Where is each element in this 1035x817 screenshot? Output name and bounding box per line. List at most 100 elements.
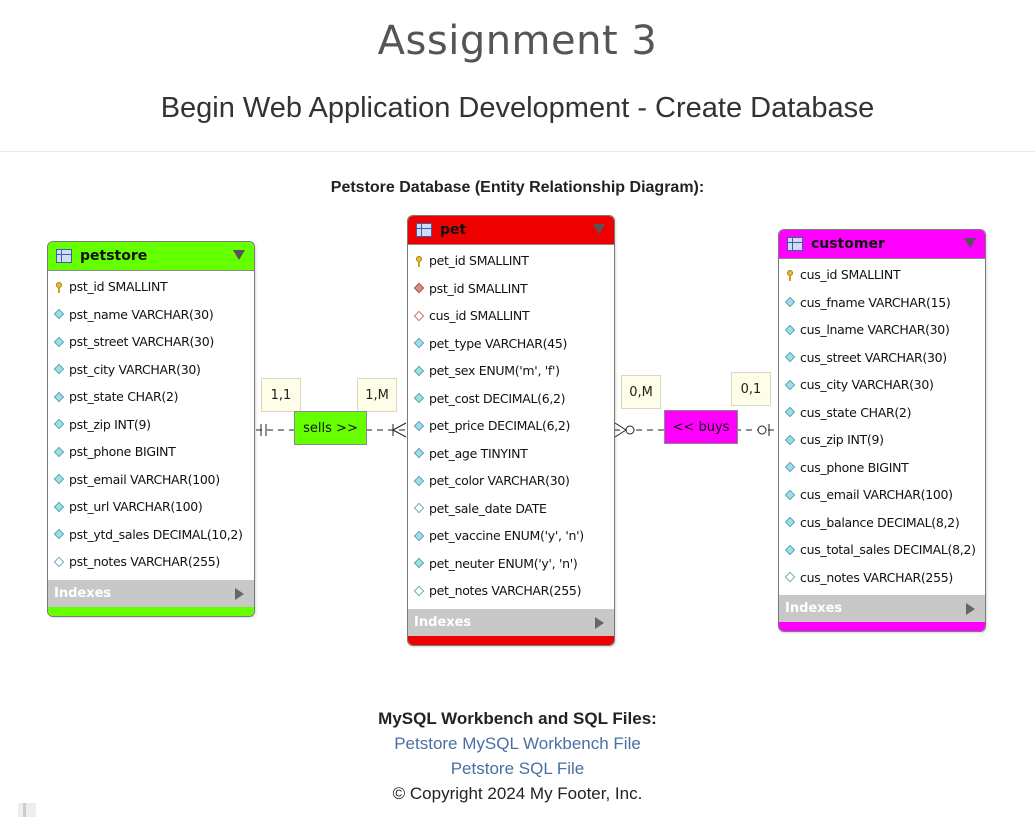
column-row[interactable]: cus_zip INT(9) (779, 426, 985, 454)
column-diamond-icon (53, 529, 65, 540)
column-row[interactable]: cus_lname VARCHAR(30) (779, 316, 985, 344)
column-row[interactable]: cus_balance DECIMAL(8,2) (779, 509, 985, 537)
column-row[interactable]: pst_state CHAR(2) (48, 383, 254, 411)
column-label: cus_city VARCHAR(30) (800, 377, 934, 393)
column-row[interactable]: cus_fname VARCHAR(15) (779, 289, 985, 317)
pet-table-name: pet (440, 222, 467, 238)
column-row[interactable]: pet_neuter ENUM('y', 'n') (408, 550, 614, 578)
column-row[interactable]: pst_city VARCHAR(30) (48, 356, 254, 384)
sells-cardinality-right: 1,M (357, 378, 397, 412)
column-row[interactable]: cus_email VARCHAR(100) (779, 481, 985, 509)
column-diamond-icon (53, 364, 65, 375)
column-row[interactable]: cus_state CHAR(2) (779, 399, 985, 427)
sells-relationship[interactable]: sells >> (294, 411, 367, 445)
column-row[interactable]: pet_sale_date DATE (408, 495, 614, 523)
expand-arrow-icon[interactable] (966, 603, 975, 615)
column-row[interactable]: pst_name VARCHAR(30) (48, 301, 254, 329)
petstore-columns: pst_id SMALLINT pst_name VARCHAR(30) pst… (48, 270, 254, 580)
page-title: Assignment 3 (377, 18, 658, 64)
column-row[interactable]: pst_email VARCHAR(100) (48, 466, 254, 494)
customer-table[interactable]: customer cus_id SMALLINT cus_fname VARCH… (778, 229, 986, 632)
column-row[interactable]: pet_price DECIMAL(6,2) (408, 412, 614, 440)
nullable-column-icon (413, 585, 425, 596)
column-row[interactable]: pet_notes VARCHAR(255) (408, 577, 614, 605)
column-diamond-icon (413, 530, 425, 541)
column-row[interactable]: pet_vaccine ENUM('y', 'n') (408, 522, 614, 550)
column-diamond-icon (413, 365, 425, 376)
column-diamond-icon (53, 501, 65, 512)
petstore-table-header[interactable]: petstore (48, 242, 254, 270)
column-label: pst_url VARCHAR(100) (69, 499, 203, 515)
column-row[interactable]: cus_street VARCHAR(30) (779, 344, 985, 372)
column-diamond-icon (53, 446, 65, 457)
column-row[interactable]: pst_street VARCHAR(30) (48, 328, 254, 356)
column-row[interactable]: pst_url VARCHAR(100) (48, 493, 254, 521)
column-label: pst_city VARCHAR(30) (69, 361, 201, 377)
column-row[interactable]: pet_id SMALLINT (408, 247, 614, 275)
pet-columns: pet_id SMALLINT pst_id SMALLINT cus_id S… (408, 244, 614, 609)
column-row[interactable]: cus_phone BIGINT (779, 454, 985, 482)
column-label: pst_id SMALLINT (69, 279, 168, 295)
column-row[interactable]: cus_total_sales DECIMAL(8,2) (779, 536, 985, 564)
column-row[interactable]: pet_type VARCHAR(45) (408, 330, 614, 358)
buys-relationship[interactable]: << buys (664, 410, 738, 444)
sells-cardinality-left: 1,1 (261, 378, 301, 412)
column-row[interactable]: cus_id SMALLINT (779, 261, 985, 289)
column-row[interactable]: pst_ytd_sales DECIMAL(10,2) (48, 521, 254, 549)
foreign-key-icon (413, 283, 425, 294)
pet-table[interactable]: pet pet_id SMALLINT pst_id SMALLINT cus_… (407, 215, 615, 646)
pet-table-header[interactable]: pet (408, 216, 614, 244)
column-diamond-icon (53, 309, 65, 320)
collapse-arrow-icon[interactable] (593, 224, 605, 234)
collapse-arrow-icon[interactable] (964, 238, 976, 248)
petstore-indexes[interactable]: Indexes (48, 579, 254, 607)
column-row[interactable]: pst_zip INT(9) (48, 411, 254, 439)
column-row[interactable]: pst_notes VARCHAR(255) (48, 548, 254, 576)
column-row[interactable]: pet_cost DECIMAL(6,2) (408, 385, 614, 413)
customer-indexes[interactable]: Indexes (779, 595, 985, 622)
column-row[interactable]: pst_id SMALLINT (408, 275, 614, 303)
table-icon (56, 249, 72, 263)
column-row[interactable]: pst_id SMALLINT (48, 273, 254, 301)
column-row[interactable]: cus_notes VARCHAR(255) (779, 564, 985, 592)
column-label: pst_zip INT(9) (69, 416, 151, 432)
column-diamond-icon (413, 448, 425, 459)
nullable-column-icon (784, 572, 796, 583)
petstore-color-strip (48, 606, 254, 616)
column-label: pst_state CHAR(2) (69, 389, 179, 405)
column-row[interactable]: pet_color VARCHAR(30) (408, 467, 614, 495)
column-row[interactable]: cus_city VARCHAR(30) (779, 371, 985, 399)
buys-zero-left (625, 425, 635, 435)
column-row[interactable]: pet_age TINYINT (408, 440, 614, 468)
column-label: cus_state CHAR(2) (800, 404, 912, 420)
column-row[interactable]: cus_id SMALLINT (408, 302, 614, 330)
collapse-arrow-icon[interactable] (233, 250, 245, 260)
column-diamond-icon (784, 297, 796, 308)
expand-arrow-icon[interactable] (595, 616, 604, 629)
corner-artifact (18, 803, 36, 817)
workbench-file-link[interactable]: Petstore MySQL Workbench File (394, 734, 641, 753)
column-diamond-icon (53, 391, 65, 402)
petstore-table[interactable]: petstore pst_id SMALLINT pst_name VARCHA… (47, 241, 255, 617)
column-diamond-icon (413, 420, 425, 431)
buys-zero-right (757, 425, 767, 435)
pet-indexes[interactable]: Indexes (408, 608, 614, 636)
column-diamond-icon (53, 419, 65, 430)
customer-columns: cus_id SMALLINT cus_fname VARCHAR(15) cu… (779, 258, 985, 595)
column-label: pet_vaccine ENUM('y', 'n') (429, 528, 584, 544)
column-label: cus_phone BIGINT (800, 459, 909, 475)
column-label: pst_id SMALLINT (429, 280, 528, 296)
column-diamond-icon (413, 393, 425, 404)
column-row[interactable]: pst_phone BIGINT (48, 438, 254, 466)
expand-arrow-icon[interactable] (235, 587, 244, 600)
primary-key-icon (785, 269, 795, 281)
column-label: cus_notes VARCHAR(255) (800, 569, 953, 585)
buys-cardinality-left: 0,M (621, 375, 661, 409)
sql-file-link[interactable]: Petstore SQL File (451, 759, 585, 778)
column-row[interactable]: pet_sex ENUM('m', 'f') (408, 357, 614, 385)
indexes-label: Indexes (785, 601, 843, 616)
customer-table-header[interactable]: customer (779, 230, 985, 258)
indexes-label: Indexes (54, 585, 112, 601)
nullable-column-icon (53, 556, 65, 567)
column-diamond-icon (784, 544, 796, 555)
